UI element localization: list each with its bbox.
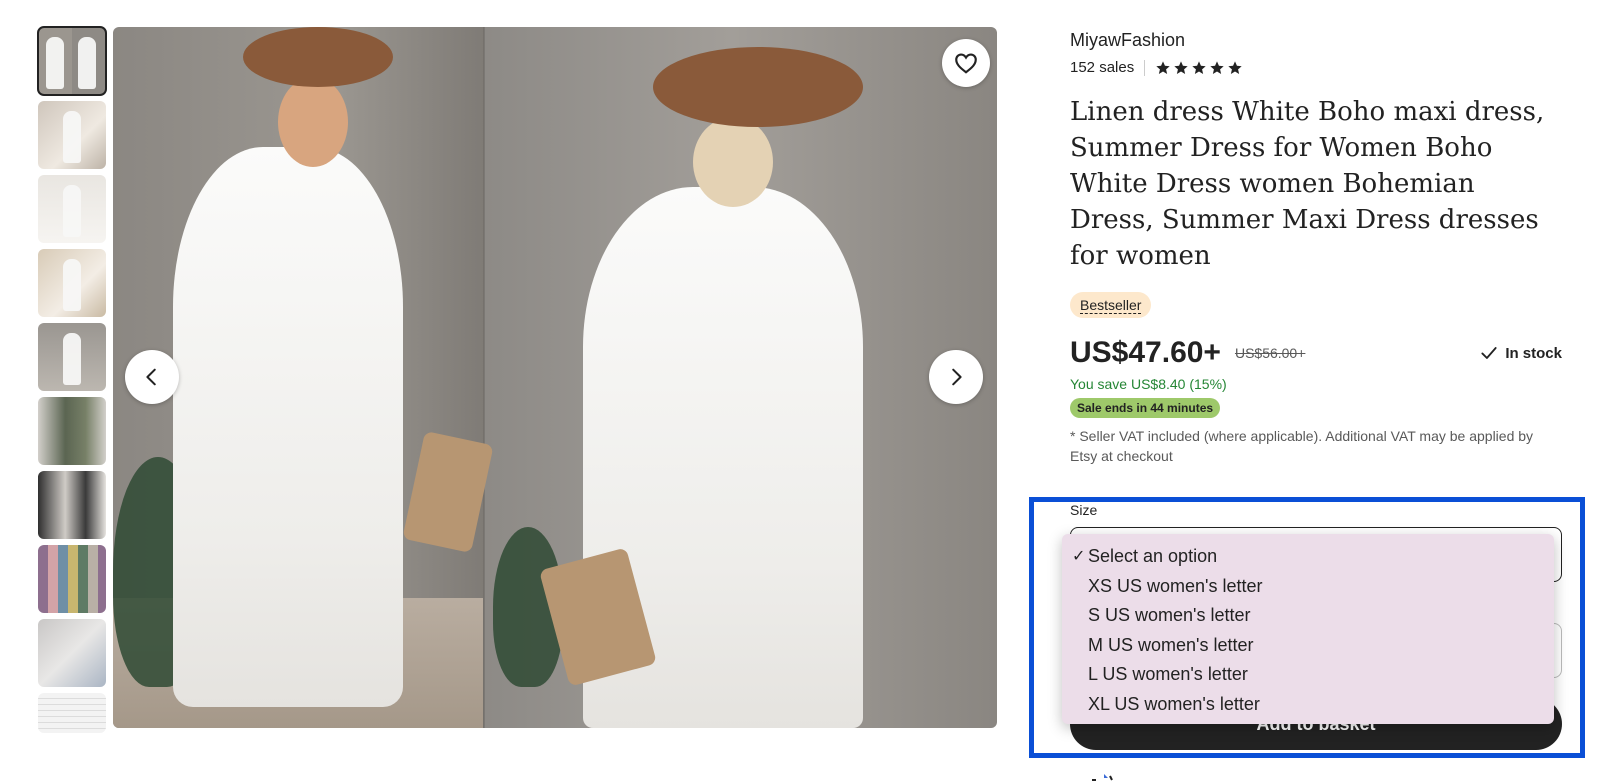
star-icon bbox=[1192, 60, 1206, 74]
bestseller-label: Bestseller bbox=[1080, 297, 1142, 314]
thumbnail-figure bbox=[78, 37, 96, 89]
star-icon bbox=[1174, 60, 1188, 74]
size-option[interactable]: XL US women's letter bbox=[1062, 690, 1554, 720]
size-option-label: L US women's letter bbox=[1088, 664, 1248, 685]
thumbnail-6[interactable] bbox=[38, 397, 106, 465]
vat-note: * Seller VAT included (where applicable)… bbox=[1070, 428, 1534, 464]
star-icon bbox=[1156, 60, 1170, 74]
clutch-shape bbox=[402, 430, 494, 554]
size-option-label: XL US women's letter bbox=[1088, 693, 1260, 714]
image-divider bbox=[483, 27, 485, 728]
stock-status: In stock bbox=[1479, 343, 1562, 363]
thumbnail-figure bbox=[63, 185, 81, 237]
size-label: Size bbox=[1070, 502, 1098, 518]
size-option-label: XS US women's letter bbox=[1088, 575, 1263, 596]
thumbnail-figure bbox=[63, 259, 81, 311]
dress-front-shape bbox=[173, 147, 403, 707]
star-icon bbox=[1228, 60, 1242, 74]
product-image bbox=[113, 27, 997, 728]
thumbnail-figure bbox=[46, 37, 64, 89]
size-option[interactable]: XS US women's letter bbox=[1062, 572, 1554, 602]
check-icon: ✓ bbox=[1072, 548, 1086, 565]
star-icon bbox=[1210, 60, 1224, 74]
size-option[interactable]: S US women's letter bbox=[1062, 601, 1554, 631]
heart-icon bbox=[955, 53, 977, 74]
shop-stats: 152 sales bbox=[1070, 59, 1562, 76]
size-dropdown-menu: ✓ Select an option XS US women's letter S U… bbox=[1062, 534, 1554, 724]
product-title: Linen dress White Boho maxi dress, Summe… bbox=[1070, 97, 1545, 271]
model-head-shape bbox=[693, 117, 773, 207]
shop-name-link[interactable]: MiyawFashion bbox=[1070, 30, 1562, 51]
size-option-label: Select an option bbox=[1088, 546, 1218, 566]
cart-icon bbox=[1090, 774, 1114, 783]
size-option-label: M US women's letter bbox=[1088, 634, 1254, 655]
thumbnail-figure bbox=[63, 333, 81, 385]
thumbnail-7[interactable] bbox=[38, 471, 106, 539]
price-row: US$47.60+ US$56.00+ In stock bbox=[1070, 336, 1562, 370]
original-price: US$56.00+ bbox=[1234, 345, 1306, 361]
sales-count: 152 sales bbox=[1070, 59, 1135, 76]
current-price: US$47.60+ bbox=[1070, 336, 1221, 369]
thumbnail-4[interactable] bbox=[38, 249, 106, 317]
thumbnail-2[interactable] bbox=[38, 101, 106, 169]
favorite-button[interactable] bbox=[942, 39, 990, 87]
stock-label: In stock bbox=[1505, 344, 1562, 362]
thumbnail-3[interactable] bbox=[38, 175, 106, 243]
previous-image-button[interactable] bbox=[125, 350, 179, 404]
checkmark-icon bbox=[1481, 347, 1497, 359]
savings-text: You save US$8.40 (15%) bbox=[1070, 376, 1227, 392]
rating-stars[interactable] bbox=[1155, 60, 1243, 76]
hat-shape bbox=[653, 47, 863, 127]
model-head-shape bbox=[278, 77, 348, 167]
thumbnail-5[interactable] bbox=[38, 323, 106, 391]
hat-shape bbox=[243, 27, 393, 87]
sale-timer-badge: Sale ends in 44 minutes bbox=[1070, 398, 1221, 418]
thumbnail-1[interactable] bbox=[37, 26, 107, 96]
chevron-right-icon bbox=[952, 368, 962, 386]
thumbnail-9[interactable] bbox=[38, 619, 106, 687]
size-option[interactable]: M US women's letter bbox=[1062, 631, 1554, 661]
chevron-left-icon bbox=[146, 368, 156, 386]
size-option[interactable]: ✓ Select an option bbox=[1062, 542, 1554, 572]
thumbnail-10[interactable] bbox=[38, 693, 106, 733]
thumbnail-8[interactable] bbox=[38, 545, 106, 613]
divider bbox=[1144, 59, 1146, 76]
size-option[interactable]: L US women's letter bbox=[1062, 660, 1554, 690]
size-option-label: S US women's letter bbox=[1088, 605, 1251, 626]
product-info: MiyawFashion 152 sales Linen dress White… bbox=[1070, 30, 1562, 466]
next-image-button[interactable] bbox=[929, 350, 983, 404]
bestseller-badge[interactable]: Bestseller bbox=[1070, 292, 1152, 318]
thumbnail-figure bbox=[63, 111, 81, 163]
